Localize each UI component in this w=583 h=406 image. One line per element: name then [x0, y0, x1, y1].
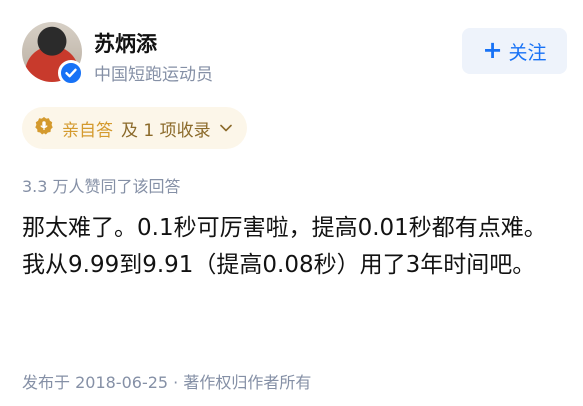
- tag-label: 亲自答: [62, 120, 113, 141]
- microphone-badge-icon: [34, 116, 54, 141]
- answer-content: 那太难了。0.1秒可厉害啦，提高0.01秒都有点难。我从9.99到9.91（提高…: [22, 215, 547, 278]
- author-title: 中国短跑运动员: [94, 65, 213, 85]
- answer-tag[interactable]: 亲自答 及 1 项收录: [22, 107, 247, 149]
- plus-icon: +: [482, 36, 503, 64]
- collection-count: 及 1 项收录: [121, 120, 211, 141]
- follow-button[interactable]: + 关注: [462, 28, 567, 74]
- likes-count: 3.3 万人赞同了该回答: [22, 177, 181, 196]
- verified-icon: [58, 60, 84, 86]
- chevron-down-icon: [219, 118, 233, 138]
- author-name[interactable]: 苏炳添: [94, 28, 157, 58]
- answer-meta: 发布于 2018-06-25 · 著作权归作者所有: [22, 373, 312, 392]
- follow-label: 关注: [508, 41, 547, 64]
- author-header: 苏炳添 中国短跑运动员 + 关注: [22, 22, 567, 92]
